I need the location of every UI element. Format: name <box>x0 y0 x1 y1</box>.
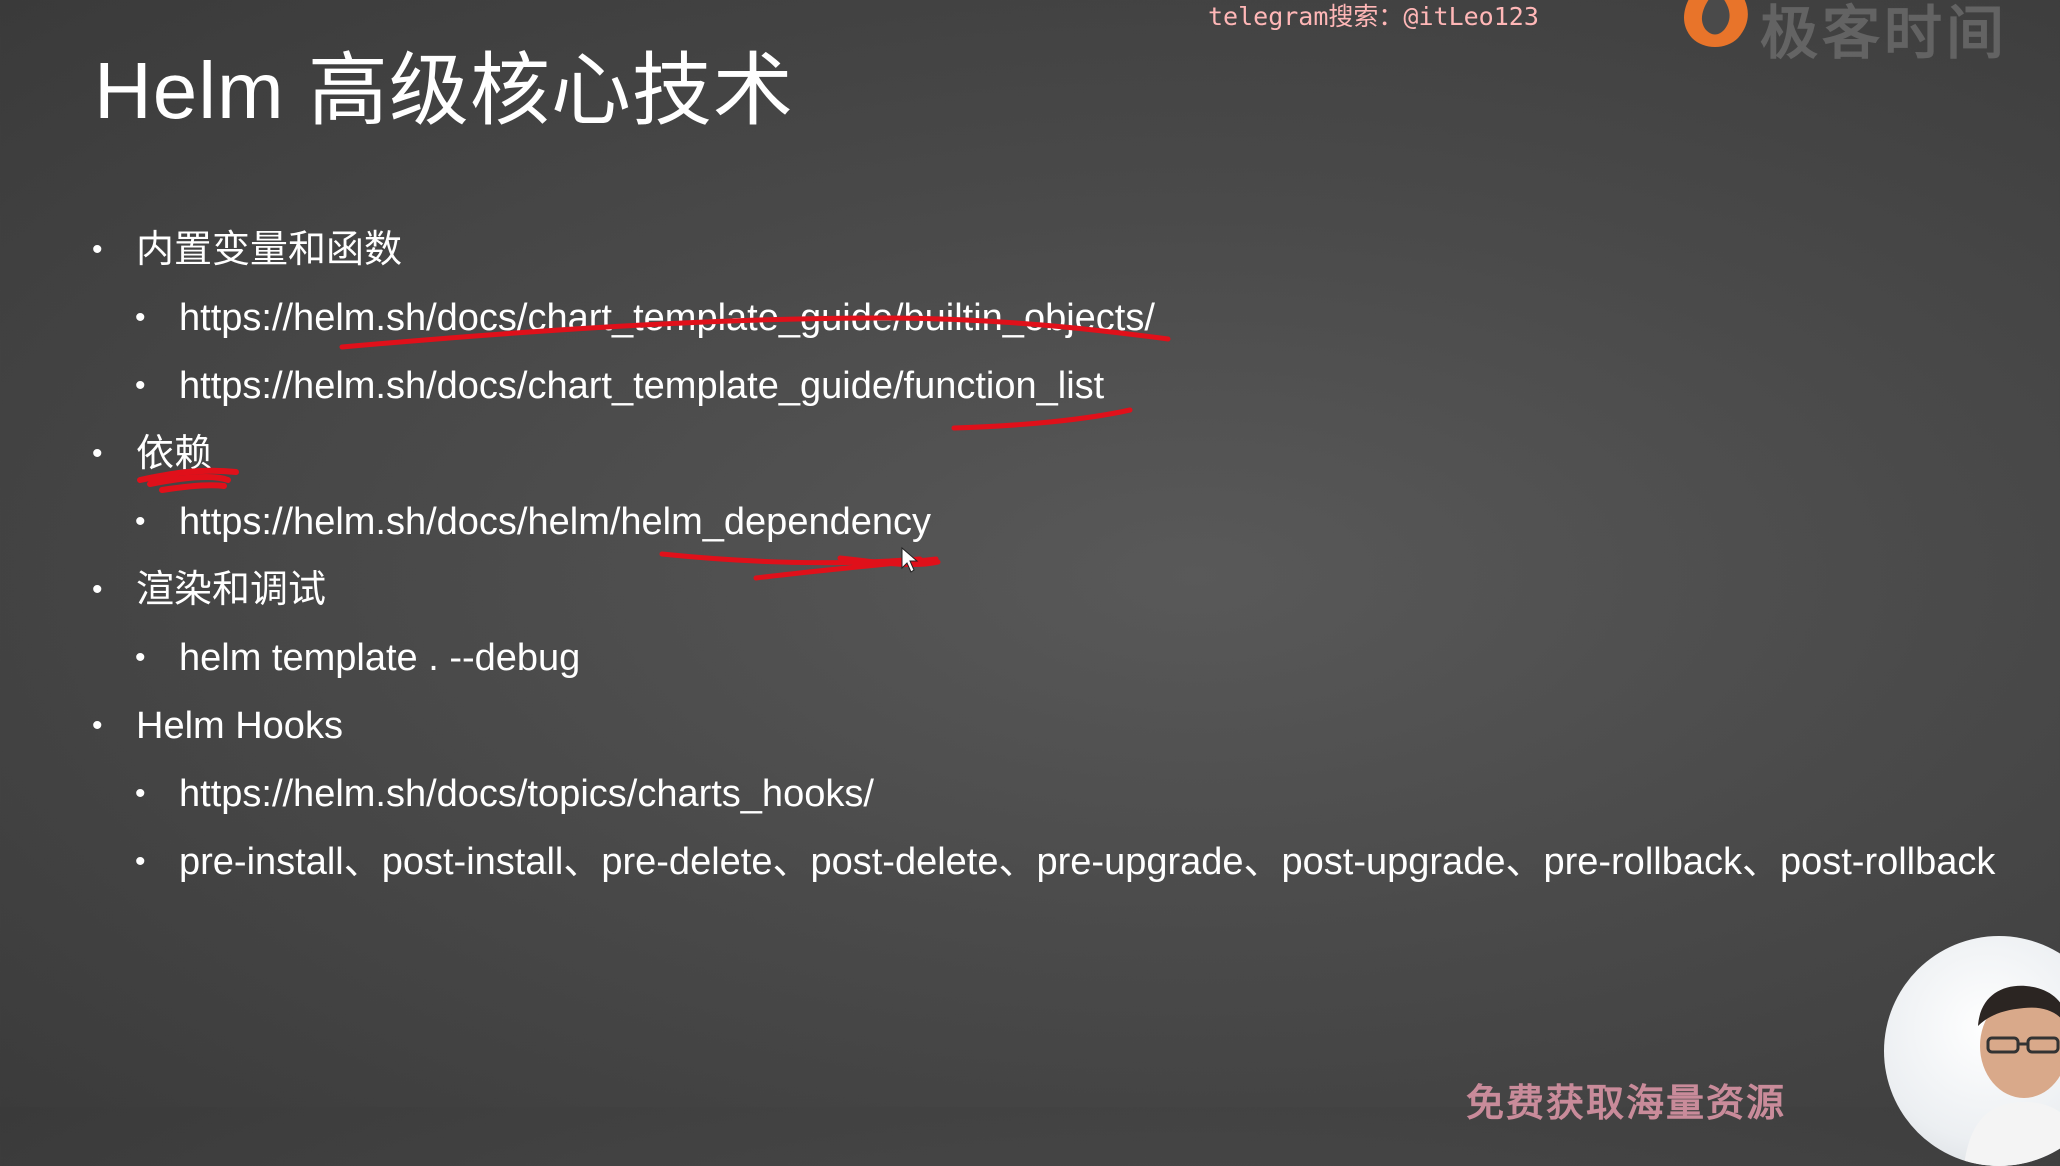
bullet-dot: • <box>92 573 103 606</box>
hooks-text: pre-install、post-install、pre-delete、post… <box>179 841 1996 883</box>
telegram-watermark: telegram搜索：@itLeo123 <box>1208 2 1539 31</box>
section-render-debug: • 渲染和调试 <box>0 556 2060 624</box>
section-label: Helm Hooks <box>136 705 343 747</box>
link-helm-dependency: • https://helm.sh/docs/helm/helm_depende… <box>0 488 2060 556</box>
bullet-dot: • <box>92 709 103 742</box>
section-helm-hooks: • Helm Hooks <box>0 692 2060 760</box>
command-helm-template: • helm template . --debug <box>0 624 2060 692</box>
bullet-dot: • <box>135 505 146 538</box>
link-charts-hooks: • https://helm.sh/docs/topics/charts_hoo… <box>0 760 2060 828</box>
presenter-figure <box>1964 985 2060 1166</box>
bullet-dot: • <box>135 777 146 810</box>
promo-text: 免费获取海量资源 <box>1466 1080 1787 1125</box>
section-builtin-objects: • 内置变量和函数 <box>0 216 2060 284</box>
bullet-dot: • <box>92 437 103 470</box>
logo-text: 极客时间 <box>1760 1 2009 66</box>
bullet-dot: • <box>135 369 146 402</box>
link-text: https://helm.sh/docs/topics/charts_hooks… <box>179 773 874 815</box>
bullet-dot: • <box>135 845 146 878</box>
command-text: helm template . --debug <box>179 637 581 679</box>
bullet-dot: • <box>135 641 146 674</box>
section-label: 依赖 <box>136 433 213 475</box>
hooks-list: • pre-install、post-install、pre-delete、po… <box>0 828 2024 896</box>
bullet-dot: • <box>92 233 103 266</box>
slide-title: Helm 高级核心技术 <box>94 46 794 135</box>
bullet-dot: • <box>135 301 146 334</box>
presenter-webcam-icon <box>1884 936 2060 1166</box>
flame-logo-icon <box>1684 0 1748 47</box>
section-dependency: • 依赖 <box>0 420 2060 488</box>
link-text: https://helm.sh/docs/helm/helm_dependenc… <box>179 501 931 543</box>
section-label: 内置变量和函数 <box>136 229 403 271</box>
link-text: https://helm.sh/docs/chart_template_guid… <box>179 365 1105 407</box>
link-builtin-objects: • https://helm.sh/docs/chart_template_gu… <box>0 284 2060 352</box>
bullet-list: • 内置变量和函数 • https://helm.sh/docs/chart_t… <box>0 216 2060 896</box>
section-label: 渲染和调试 <box>136 569 327 611</box>
link-text: https://helm.sh/docs/chart_template_guid… <box>179 297 1155 339</box>
link-function-list: • https://helm.sh/docs/chart_template_gu… <box>0 352 2060 420</box>
